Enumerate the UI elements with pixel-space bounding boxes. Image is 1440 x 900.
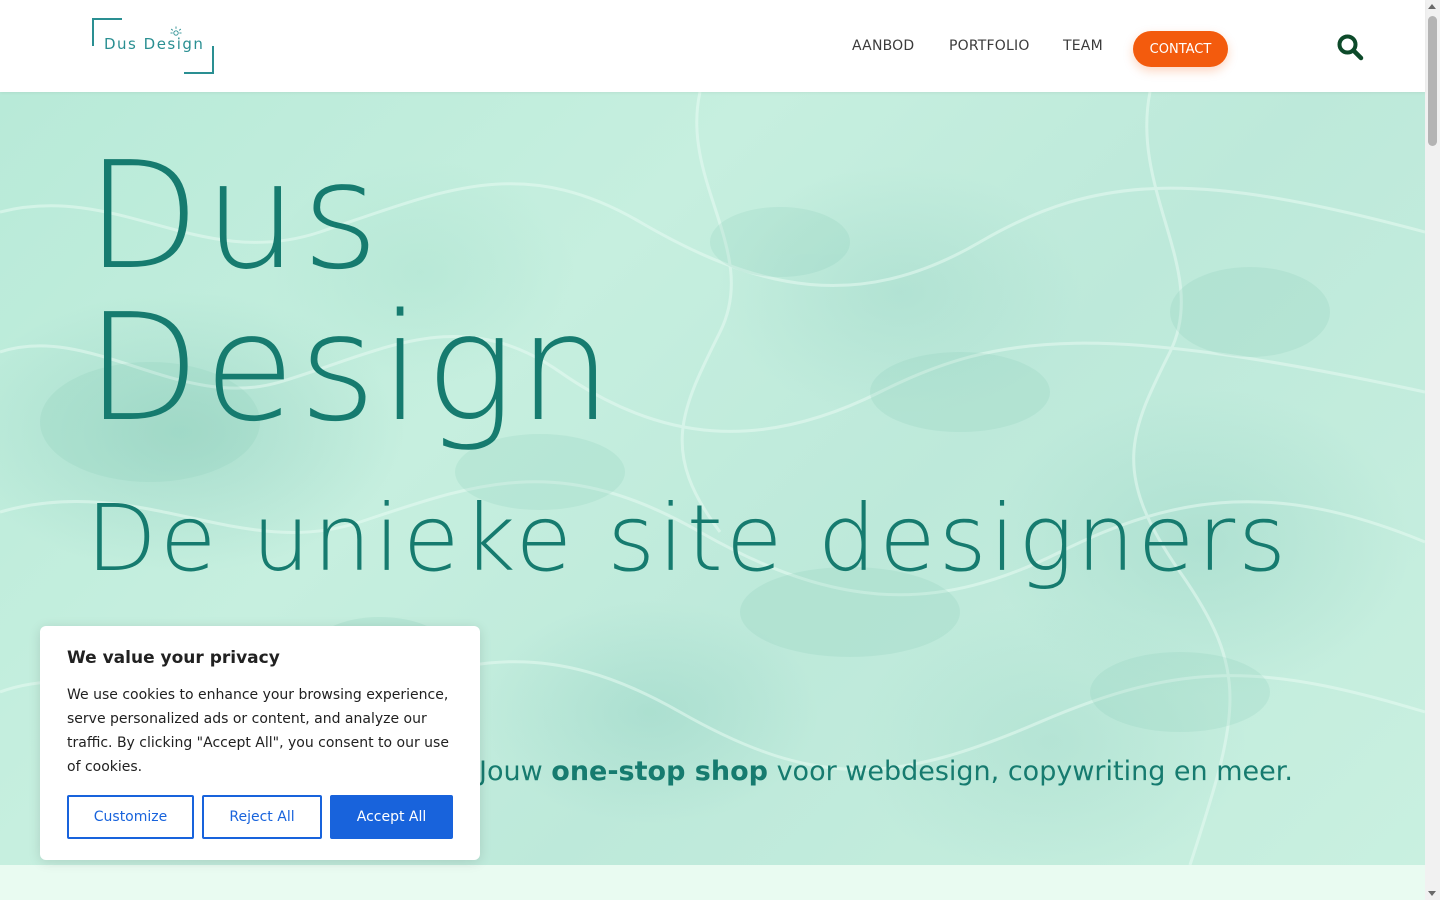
cookie-description: We use cookies to enhance your browsing … — [67, 687, 449, 775]
reject-all-button[interactable]: Reject All — [202, 795, 322, 839]
nav-team[interactable]: TEAM — [1063, 38, 1103, 54]
contact-button[interactable]: CONTACT — [1133, 31, 1228, 67]
customize-button[interactable]: Customize — [67, 795, 194, 839]
hero-title-line1: Dus — [86, 130, 383, 302]
scrollbar-thumb[interactable] — [1428, 16, 1437, 146]
nav-portfolio[interactable]: PORTFOLIO — [949, 38, 1030, 54]
page-scrollbar[interactable] — [1425, 0, 1440, 900]
hero-title: Dus Design — [86, 140, 616, 444]
hero-subtitle: De unieke site designers — [86, 485, 1290, 592]
hero-tagline: Jouw one-stop shop voor webdesign, copyw… — [479, 756, 1293, 787]
tagline-bold: one-stop shop — [551, 756, 768, 787]
scroll-down-arrow-icon[interactable] — [1428, 891, 1436, 896]
search-icon — [1337, 34, 1364, 61]
cookie-consent-banner: We value your privacy We use cookies to … — [40, 626, 480, 860]
search-button[interactable] — [1336, 33, 1364, 61]
tagline-prefix: Jouw — [479, 756, 552, 787]
accept-all-button[interactable]: Accept All — [330, 795, 453, 839]
cookie-title: We value your privacy — [67, 648, 280, 668]
scroll-up-arrow-icon[interactable] — [1428, 4, 1436, 9]
next-section-strip — [0, 865, 1425, 900]
nav-aanbod[interactable]: AANBOD — [852, 38, 914, 54]
hero-title-line2: Design — [86, 282, 616, 454]
logo[interactable]: Dus Design — [92, 18, 214, 74]
logo-text: Dus Design — [104, 35, 205, 53]
site-header: Dus Design AANBOD PORTFOLIO TEAM CONTACT — [0, 0, 1425, 92]
tagline-suffix: voor webdesign, copywriting en meer. — [767, 756, 1293, 787]
